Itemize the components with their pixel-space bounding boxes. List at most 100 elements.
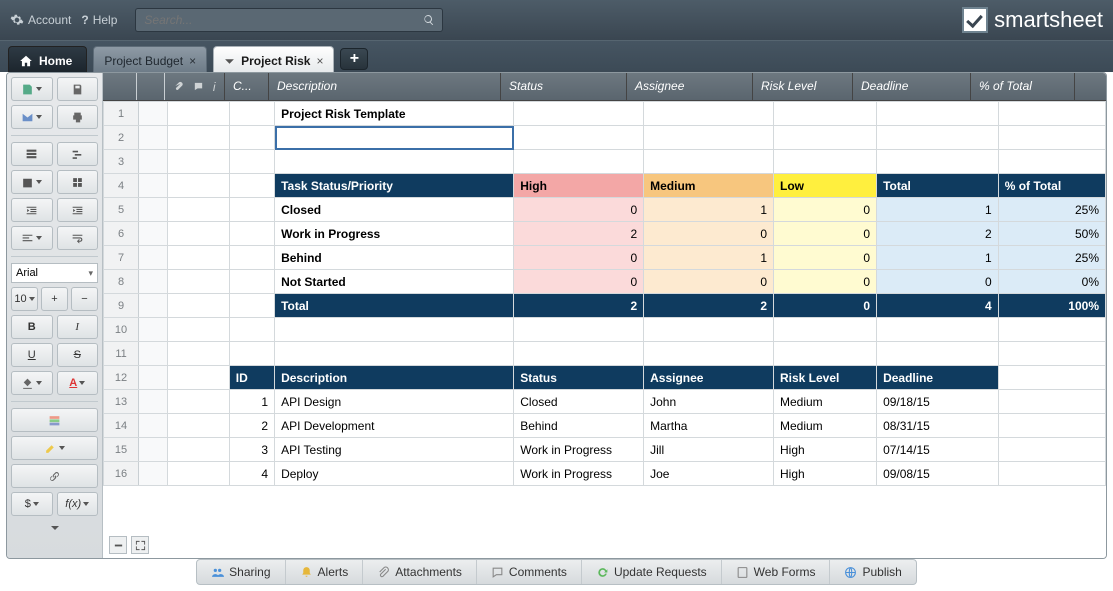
highlight-button[interactable] [11, 436, 98, 460]
paperclip-icon [377, 566, 390, 579]
comments-button[interactable]: Comments [477, 560, 582, 584]
col-deadline[interactable]: Deadline [853, 73, 971, 100]
refresh-icon [596, 566, 609, 579]
gantt-view-button[interactable] [57, 142, 99, 166]
col-risk-level[interactable]: Risk Level [753, 73, 853, 100]
tab-project-budget[interactable]: Project Budget × [93, 46, 207, 72]
task-row[interactable]: 15 3 API Testing Work in Progress Jill H… [104, 438, 1106, 462]
indent-in-button[interactable] [57, 198, 99, 222]
indent-out-button[interactable] [11, 198, 53, 222]
row[interactable]: 11 [104, 342, 1106, 366]
tab-row: Home Project Budget × Project Risk × + [0, 40, 1113, 72]
publish-button[interactable]: Publish [830, 560, 915, 584]
strike-button[interactable]: S [57, 343, 99, 367]
task-row[interactable]: 13 1 API Design Closed John Medium 09/18… [104, 390, 1106, 414]
text-color-button[interactable]: A [57, 371, 99, 395]
font-size-select[interactable]: 10 [11, 287, 38, 311]
conditional-format-button[interactable] [11, 408, 98, 432]
col-id[interactable]: C... [225, 73, 269, 100]
grid-view-button[interactable] [11, 142, 53, 166]
row[interactable]: 2 [104, 126, 1106, 150]
fill-color-button[interactable] [11, 371, 53, 395]
expand-header [137, 73, 165, 100]
calendar-view-button[interactable] [11, 170, 53, 194]
tab-close-icon[interactable]: × [189, 54, 196, 68]
wrap-button[interactable] [57, 226, 99, 250]
font-select[interactable]: Arial▾ [11, 263, 98, 283]
row[interactable]: 1 Project Risk Template [104, 102, 1106, 126]
col-description[interactable]: Description [269, 73, 501, 100]
chevron-down-icon[interactable] [224, 56, 235, 67]
tab-home-label: Home [39, 54, 72, 68]
col-status[interactable]: Status [501, 73, 627, 100]
summary-total-row[interactable]: 9 Total 2 2 0 4 100% [104, 294, 1106, 318]
font-increase-button[interactable]: + [41, 287, 68, 311]
toolbar-collapse-button[interactable] [11, 520, 98, 538]
sharing-button[interactable]: Sharing [197, 560, 285, 584]
link-button[interactable] [11, 464, 98, 488]
gear-icon [10, 13, 24, 27]
font-name: Arial [16, 267, 38, 279]
check-icon [962, 7, 988, 33]
search-button[interactable] [415, 8, 443, 32]
column-header-row: i C... Description Status Assignee Risk … [103, 73, 1106, 101]
task-row[interactable]: 16 4 Deploy Work in Progress Joe High 09… [104, 462, 1106, 486]
currency-button[interactable]: $ [11, 492, 53, 516]
tab-project-risk[interactable]: Project Risk × [213, 46, 334, 72]
save-button[interactable] [57, 77, 99, 101]
font-decrease-button[interactable]: − [71, 287, 98, 311]
selected-cell[interactable] [275, 126, 514, 150]
form-icon [736, 566, 749, 579]
align-button[interactable] [11, 226, 53, 250]
comment-icon [193, 81, 204, 92]
print-button[interactable] [57, 105, 99, 129]
grid-table: 1 Project Risk Template 2 3 4 Task Statu… [103, 101, 1106, 486]
sheet-zoom-controls [109, 536, 149, 554]
comment-icon [491, 566, 504, 579]
home-icon [19, 54, 33, 68]
globe-icon [844, 566, 857, 579]
tab-label: Project Budget [104, 54, 183, 68]
sheet-title: Project Risk Template [275, 102, 514, 126]
attachments-button[interactable]: Attachments [363, 560, 477, 584]
tab-home[interactable]: Home [8, 46, 87, 72]
summary-row[interactable]: 7 Behind 0 1 0 1 25% [104, 246, 1106, 270]
row[interactable]: 3 [104, 150, 1106, 174]
summary-row[interactable]: 6 Work in Progress 2 0 0 2 50% [104, 222, 1106, 246]
summary-row[interactable]: 8 Not Started 0 0 0 0 0% [104, 270, 1106, 294]
task-row[interactable]: 14 2 API Development Behind Martha Mediu… [104, 414, 1106, 438]
bold-button[interactable]: B [11, 315, 53, 339]
email-button[interactable] [11, 105, 53, 129]
row[interactable]: 10 [104, 318, 1106, 342]
people-icon [211, 566, 224, 579]
topbar: Account ? Help smartsheet [0, 0, 1113, 40]
tab-close-icon[interactable]: × [316, 54, 323, 68]
search-input[interactable] [135, 8, 415, 32]
col-assignee[interactable]: Assignee [627, 73, 753, 100]
help-label: Help [93, 13, 118, 27]
sheet-grid[interactable]: i C... Description Status Assignee Risk … [103, 73, 1106, 558]
update-requests-button[interactable]: Update Requests [582, 560, 722, 584]
search-wrap [135, 8, 443, 32]
attachment-header: i [165, 73, 225, 100]
info-icon: i [213, 80, 216, 94]
expand-all-button[interactable] [131, 536, 149, 554]
alerts-button[interactable]: Alerts [286, 560, 364, 584]
paperclip-icon [173, 81, 184, 92]
card-view-button[interactable] [57, 170, 99, 194]
add-tab-button[interactable]: + [340, 48, 368, 70]
task-header-row[interactable]: 12 ID Description Status Assignee Risk L… [104, 366, 1106, 390]
bottom-bar: Sharing Alerts Attachments Comments Upda… [0, 559, 1113, 587]
new-sheet-button[interactable] [11, 77, 53, 101]
underline-button[interactable]: U [11, 343, 53, 367]
collapse-all-button[interactable] [109, 536, 127, 554]
account-link[interactable]: Account [10, 13, 71, 27]
help-link[interactable]: ? Help [81, 13, 117, 27]
formula-button[interactable]: f(x) [57, 492, 99, 516]
web-forms-button[interactable]: Web Forms [722, 560, 831, 584]
brand-text: smartsheet [994, 7, 1103, 33]
italic-button[interactable]: I [57, 315, 99, 339]
summary-header-row[interactable]: 4 Task Status/Priority High Medium Low T… [104, 174, 1106, 198]
col-pct-total[interactable]: % of Total [971, 73, 1075, 100]
summary-row[interactable]: 5 Closed 0 1 0 1 25% [104, 198, 1106, 222]
